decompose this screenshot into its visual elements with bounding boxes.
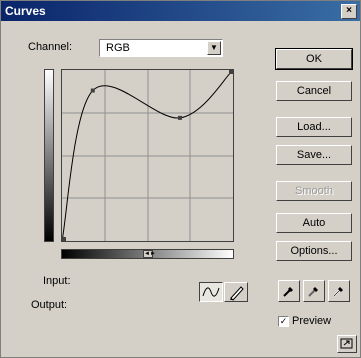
curve-control-point[interactable] bbox=[62, 237, 66, 241]
window-title: Curves bbox=[5, 4, 46, 18]
title-bar[interactable]: Curves × bbox=[1, 1, 360, 21]
curve-mode-button[interactable] bbox=[199, 282, 223, 302]
curve-graph[interactable] bbox=[61, 69, 234, 242]
expand-icon bbox=[340, 338, 353, 349]
output-label: Output: bbox=[31, 299, 68, 311]
output-gradient-bar bbox=[44, 69, 54, 242]
curve-graph-svg[interactable] bbox=[61, 69, 234, 242]
close-button[interactable]: × bbox=[341, 4, 357, 19]
options-button[interactable]: Options... bbox=[276, 241, 352, 261]
input-label: Input: bbox=[43, 275, 71, 287]
chevron-down-icon[interactable]: ▼ bbox=[207, 41, 221, 55]
curve-control-point[interactable] bbox=[229, 70, 233, 74]
curve-tool-icon bbox=[202, 287, 220, 297]
curve-control-point[interactable] bbox=[177, 115, 182, 120]
curve-control-point[interactable] bbox=[90, 88, 95, 93]
preview-checkbox-box[interactable]: ✓ bbox=[278, 316, 289, 327]
curves-dialog: Curves × Channel: RGB ▼ ◄► Input: Output… bbox=[0, 0, 361, 358]
curve-mode-group bbox=[199, 282, 251, 302]
channel-label: Channel: bbox=[28, 41, 73, 53]
ok-button[interactable]: OK bbox=[275, 48, 353, 70]
channel-value: RGB bbox=[106, 42, 130, 54]
pencil-tool-icon bbox=[230, 286, 244, 301]
eyedropper-white-icon bbox=[333, 287, 343, 297]
eyedropper-black-icon bbox=[283, 287, 293, 297]
pencil-mode-button[interactable] bbox=[224, 282, 248, 302]
cancel-button[interactable]: Cancel bbox=[276, 81, 352, 101]
gray-point-eyedropper-button[interactable] bbox=[303, 280, 325, 302]
eyedropper-gray-icon bbox=[308, 287, 318, 297]
expand-dialog-button[interactable] bbox=[337, 335, 357, 353]
gradient-toggle-button[interactable]: ◄► bbox=[143, 250, 156, 258]
white-point-eyedropper-button[interactable] bbox=[328, 280, 350, 302]
load-button[interactable]: Load... bbox=[276, 117, 352, 137]
auto-button[interactable]: Auto bbox=[276, 213, 352, 233]
black-point-eyedropper-button[interactable] bbox=[278, 280, 300, 302]
save-button[interactable]: Save... bbox=[276, 145, 352, 165]
preview-label: Preview bbox=[292, 315, 332, 327]
channel-select[interactable]: RGB ▼ bbox=[99, 39, 223, 57]
smooth-button[interactable]: Smooth bbox=[276, 181, 352, 201]
